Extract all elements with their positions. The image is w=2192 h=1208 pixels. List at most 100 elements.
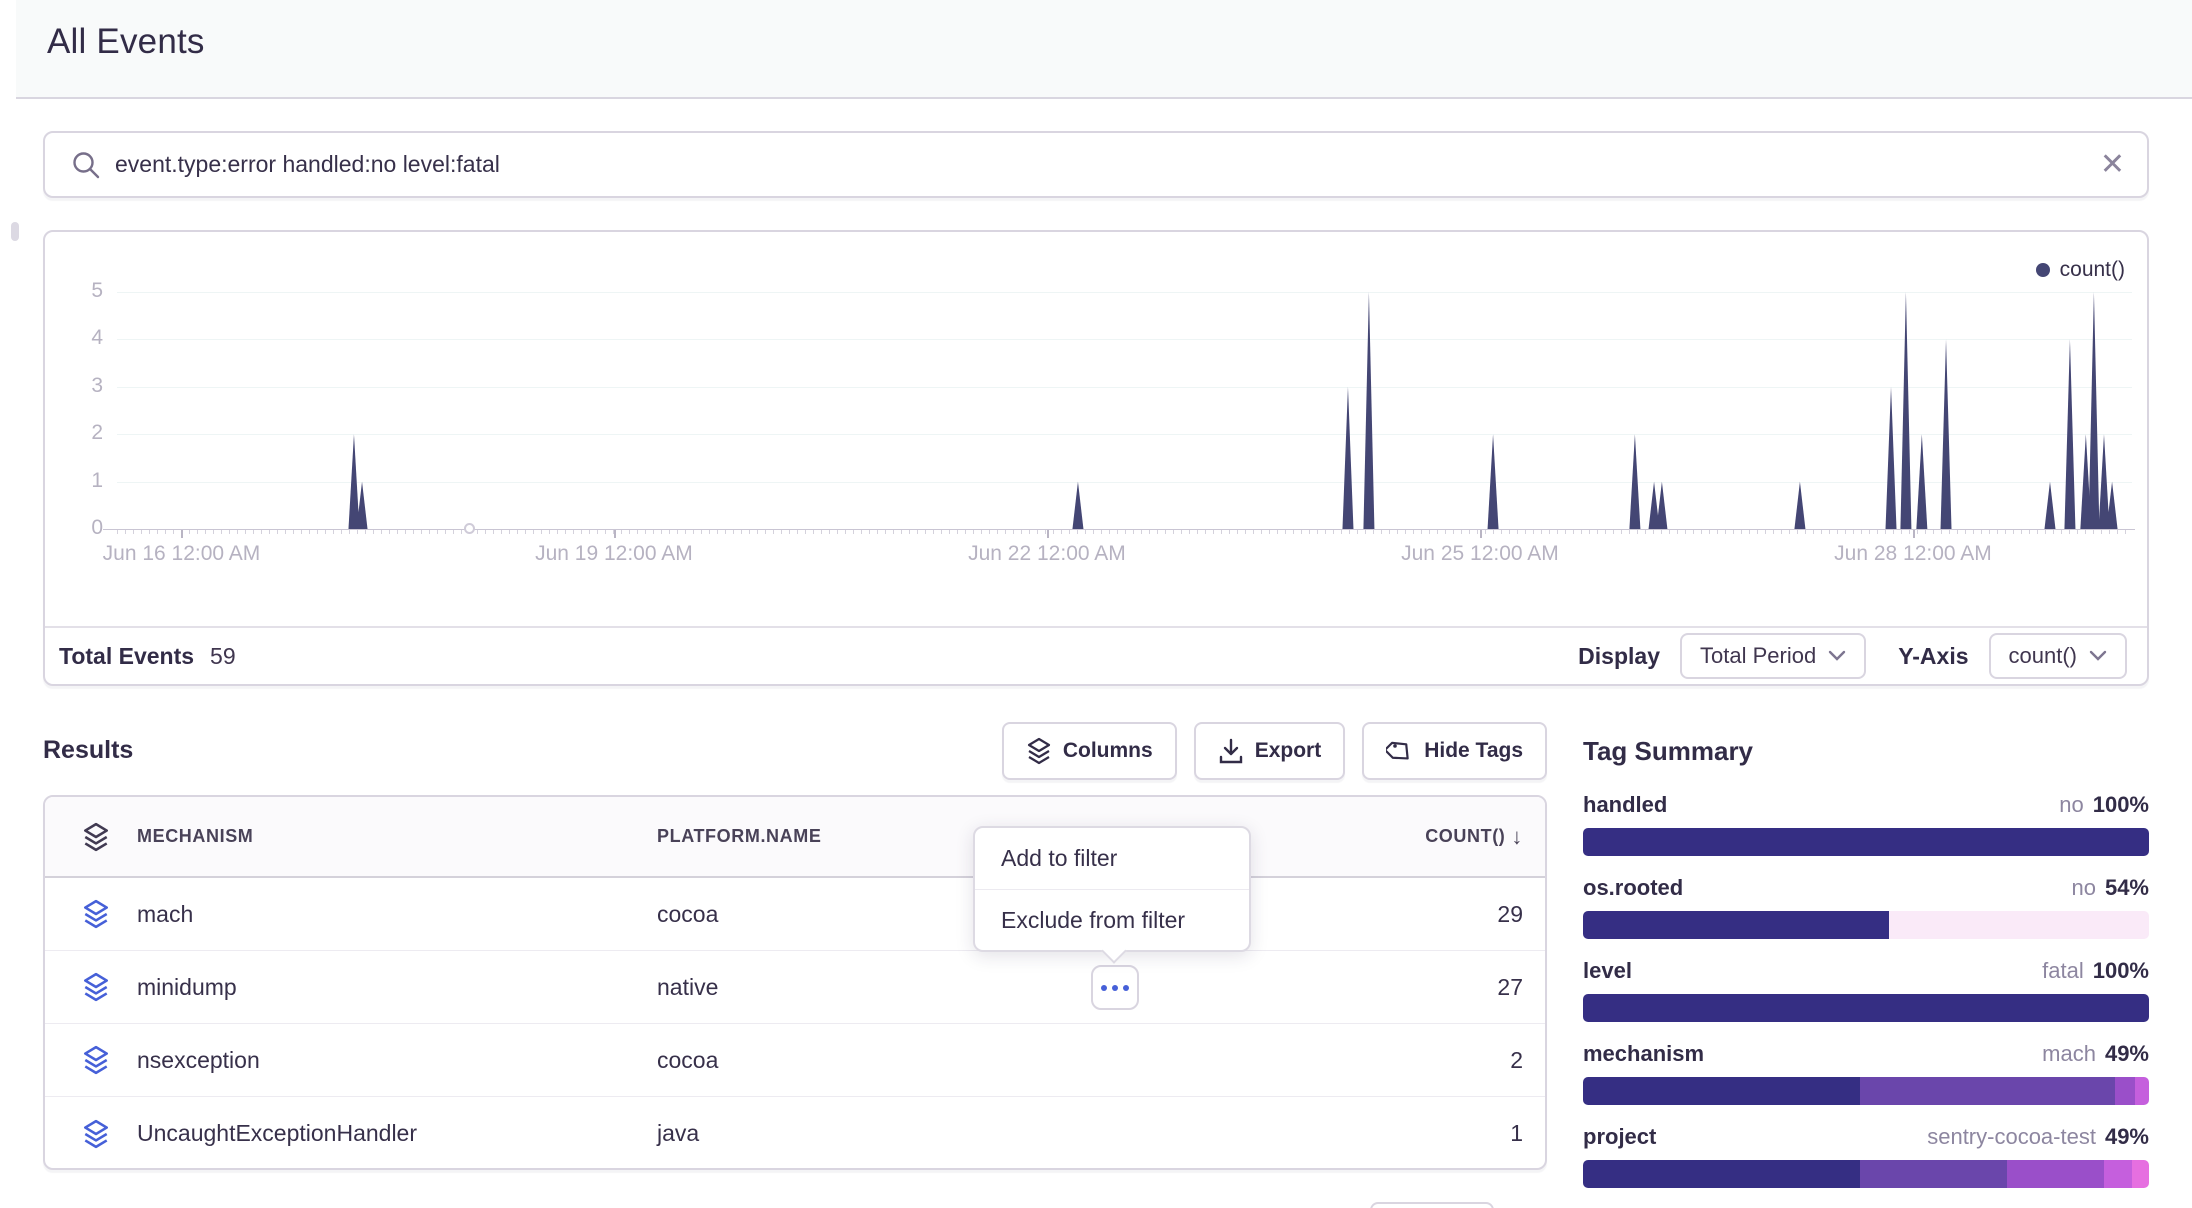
drag-handle[interactable] xyxy=(11,222,19,241)
x-axis-tick-label: Jun 16 12:00 AM xyxy=(61,542,301,566)
tag-bar-segment[interactable] xyxy=(1889,911,2149,939)
tag-entry-handled: handled no 100% xyxy=(1583,792,2149,856)
x-axis-tick xyxy=(181,530,183,538)
cell-mechanism[interactable]: UncaughtExceptionHandler xyxy=(127,1120,657,1147)
tag-bar-segment[interactable] xyxy=(1583,828,2149,856)
hide-tags-button[interactable]: Hide Tags xyxy=(1362,722,1547,780)
tag-distribution-bar[interactable] xyxy=(1583,994,2149,1022)
search-icon xyxy=(71,150,101,180)
column-header-count[interactable]: COUNT() ↓ xyxy=(1365,824,1545,850)
tag-distribution-bar[interactable] xyxy=(1583,828,2149,856)
tag-name: mechanism xyxy=(1583,1041,1704,1067)
legend-label: count() xyxy=(2060,258,2125,282)
cell-platform[interactable]: native xyxy=(657,974,1365,1001)
x-axis-tick xyxy=(1047,530,1049,538)
tag-bar-segment[interactable] xyxy=(1583,994,2149,1022)
tag-name: level xyxy=(1583,958,1632,984)
cell-count: 2 xyxy=(1365,1047,1545,1074)
total-events-value: 59 xyxy=(210,643,236,670)
x-axis-tick-label: Jun 19 12:00 AM xyxy=(494,542,734,566)
tag-distribution-bar[interactable] xyxy=(1583,911,2149,939)
tag-top-pct: 100% xyxy=(2093,958,2149,984)
tag-bar-segment[interactable] xyxy=(2104,1160,2132,1188)
cell-count: 29 xyxy=(1365,901,1545,928)
table-row[interactable]: nsexception cocoa 2 xyxy=(45,1024,1545,1097)
count-series xyxy=(117,292,2132,529)
columns-button-label: Columns xyxy=(1063,739,1153,763)
tag-distribution-bar[interactable] xyxy=(1583,1077,2149,1105)
cell-platform[interactable]: cocoa xyxy=(657,1047,1365,1074)
table-row[interactable]: minidump native 27 xyxy=(45,951,1545,1024)
add-to-filter-menu-item[interactable]: Add to filter xyxy=(975,828,1249,889)
page: All Events ✕ count() 012345Jun 16 12:00 … xyxy=(0,0,2192,1208)
cell-platform[interactable]: java xyxy=(657,1120,1365,1147)
tag-bar-segment[interactable] xyxy=(2135,1077,2149,1105)
yaxis-dropdown[interactable]: count() xyxy=(1989,633,2127,679)
y-axis-tick-label: 5 xyxy=(45,279,103,303)
tag-top-pct: 54% xyxy=(2105,875,2149,901)
layers-icon[interactable] xyxy=(65,822,127,852)
tag-top-value: no xyxy=(2071,875,2095,901)
tag-top-value: mach xyxy=(2042,1041,2096,1067)
hide-tags-button-label: Hide Tags xyxy=(1424,739,1523,763)
x-axis-tick xyxy=(1913,530,1915,538)
layers-icon xyxy=(1026,737,1052,765)
tag-top-value: fatal xyxy=(2042,958,2084,984)
y-axis-tick-label: 1 xyxy=(45,469,103,493)
tag-icon xyxy=(1386,737,1413,765)
tag-summary: Tag Summary handled no 100% os.rooted no… xyxy=(1583,736,2149,767)
chart-footer: Total Events 59 Display Total Period Y-A… xyxy=(45,626,2147,684)
yaxis-label: Y-Axis xyxy=(1898,643,1968,670)
tag-top-pct: 49% xyxy=(2105,1124,2149,1150)
column-header-mechanism[interactable]: MECHANISM xyxy=(127,826,657,847)
tag-name: project xyxy=(1583,1124,1656,1150)
tag-top-value: no xyxy=(2059,792,2083,818)
tag-entry-project: project sentry-cocoa-test 49% xyxy=(1583,1124,2149,1188)
x-axis-tick-label: Jun 28 12:00 AM xyxy=(1793,542,2033,566)
export-button-label: Export xyxy=(1255,739,1322,763)
legend-dot-icon xyxy=(2036,263,2050,277)
tag-entry-mechanism: mechanism mach 49% xyxy=(1583,1041,2149,1105)
x-axis-tick xyxy=(1480,530,1482,538)
page-title: All Events xyxy=(47,22,205,62)
tag-bar-segment[interactable] xyxy=(1583,1077,1860,1105)
release-marker-icon[interactable] xyxy=(464,523,475,534)
chevron-down-icon xyxy=(1828,650,1846,662)
pagination-button-partial[interactable] xyxy=(1370,1202,1494,1208)
chart-area[interactable]: count() 012345Jun 16 12:00 AMJun 19 12:0… xyxy=(45,232,2147,628)
tag-bar-segment[interactable] xyxy=(2115,1077,2135,1105)
cell-action-menu: Add to filter Exclude from filter xyxy=(973,826,1251,952)
search-input[interactable] xyxy=(115,151,2100,178)
x-axis-tick-label: Jun 22 12:00 AM xyxy=(927,542,1167,566)
tag-entry-level: level fatal 100% xyxy=(1583,958,2149,1022)
cell-count: 1 xyxy=(1365,1120,1545,1147)
tag-distribution-bar[interactable] xyxy=(1583,1160,2149,1188)
tag-top-pct: 49% xyxy=(2105,1041,2149,1067)
layers-icon[interactable] xyxy=(65,1119,127,1149)
tag-bar-segment[interactable] xyxy=(1860,1077,2115,1105)
display-dropdown[interactable]: Total Period xyxy=(1680,633,1866,679)
row-actions-button[interactable] xyxy=(1091,965,1139,1010)
layers-icon[interactable] xyxy=(65,899,127,929)
layers-icon[interactable] xyxy=(65,972,127,1002)
cell-mechanism[interactable]: minidump xyxy=(127,974,657,1001)
layers-icon[interactable] xyxy=(65,1045,127,1075)
table-row[interactable]: mach cocoa 29 xyxy=(45,878,1545,951)
tag-top-pct: 100% xyxy=(2093,792,2149,818)
tag-bar-segment[interactable] xyxy=(1583,911,1889,939)
tag-bar-segment[interactable] xyxy=(1583,1160,1860,1188)
tag-name: handled xyxy=(1583,792,1667,818)
search-bar[interactable]: ✕ xyxy=(43,131,2149,198)
tag-bar-segment[interactable] xyxy=(2132,1160,2149,1188)
tag-bar-segment[interactable] xyxy=(1860,1160,2007,1188)
results-table: MECHANISM PLATFORM.NAME COUNT() ↓ mach c… xyxy=(43,795,1547,1170)
cell-mechanism[interactable]: mach xyxy=(127,901,657,928)
cell-mechanism[interactable]: nsexception xyxy=(127,1047,657,1074)
chart-legend[interactable]: count() xyxy=(2036,258,2125,282)
tag-bar-segment[interactable] xyxy=(2007,1160,2103,1188)
columns-button[interactable]: Columns xyxy=(1002,722,1177,780)
export-button[interactable]: Export xyxy=(1194,722,1346,780)
table-row[interactable]: UncaughtExceptionHandler java 1 xyxy=(45,1097,1545,1170)
top-header: All Events xyxy=(16,0,2192,99)
clear-search-icon[interactable]: ✕ xyxy=(2100,150,2125,180)
